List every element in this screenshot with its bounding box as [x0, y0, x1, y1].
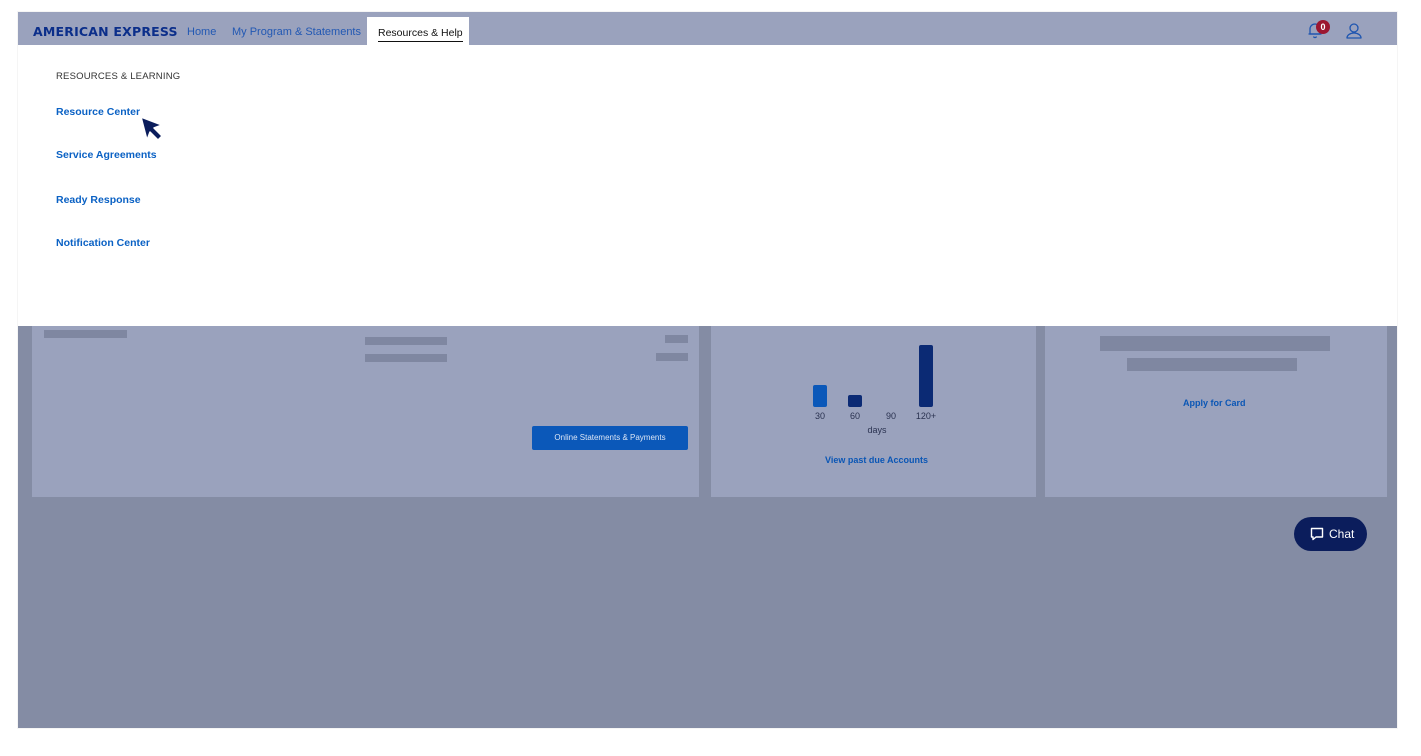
- tick-label: 120+: [915, 411, 937, 421]
- app-window: Online Statements & Payments 30 60 90 12…: [18, 12, 1397, 728]
- notification-center-link[interactable]: Notification Center: [56, 237, 150, 249]
- dropdown-heading: RESOURCES & LEARNING: [56, 71, 181, 82]
- chat-bubble-icon: [1310, 527, 1324, 541]
- service-agreements-link[interactable]: Service Agreements: [56, 149, 157, 161]
- tick-label: 60: [849, 411, 860, 421]
- placeholder-line: [365, 354, 447, 362]
- axis-unit-label: days: [867, 425, 887, 435]
- apply-for-card-link[interactable]: Apply for Card: [1183, 398, 1246, 408]
- amex-logo[interactable]: AMERICAN EXPRESS: [33, 12, 178, 45]
- resource-center-link[interactable]: Resource Center: [56, 106, 140, 118]
- notification-badge: 0: [1316, 20, 1330, 34]
- tick-label: 90: [885, 411, 896, 421]
- nav-home-link[interactable]: Home: [187, 12, 216, 45]
- chat-label: Chat: [1329, 527, 1355, 541]
- placeholder-line: [1100, 336, 1330, 351]
- nav-resources-help-tab[interactable]: Resources & Help: [367, 17, 469, 45]
- nav-resources-help-label: Resources & Help: [378, 27, 463, 42]
- bar-120-days: [919, 345, 933, 407]
- resources-dropdown-panel: RESOURCES & LEARNING Resource Center Ser…: [18, 45, 1397, 326]
- nav-my-program-link[interactable]: My Program & Statements: [232, 12, 361, 45]
- tick-label: 30: [814, 411, 825, 421]
- placeholder-line: [1127, 358, 1297, 371]
- bar-60-days: [848, 395, 862, 407]
- view-past-due-link[interactable]: View past due Accounts: [825, 455, 928, 465]
- placeholder-line: [44, 330, 127, 338]
- mouse-pointer-icon: [140, 116, 163, 141]
- chat-button[interactable]: Chat: [1294, 517, 1367, 551]
- user-profile-icon[interactable]: [1344, 21, 1364, 41]
- online-statements-button[interactable]: Online Statements & Payments: [532, 426, 688, 450]
- placeholder-line: [656, 353, 688, 361]
- bar-30-days: [813, 385, 827, 407]
- placeholder-line: [665, 335, 688, 343]
- placeholder-line: [365, 337, 447, 345]
- ready-response-link[interactable]: Ready Response: [56, 194, 141, 206]
- top-navigation: AMERICAN EXPRESS Home My Program & State…: [18, 12, 1397, 45]
